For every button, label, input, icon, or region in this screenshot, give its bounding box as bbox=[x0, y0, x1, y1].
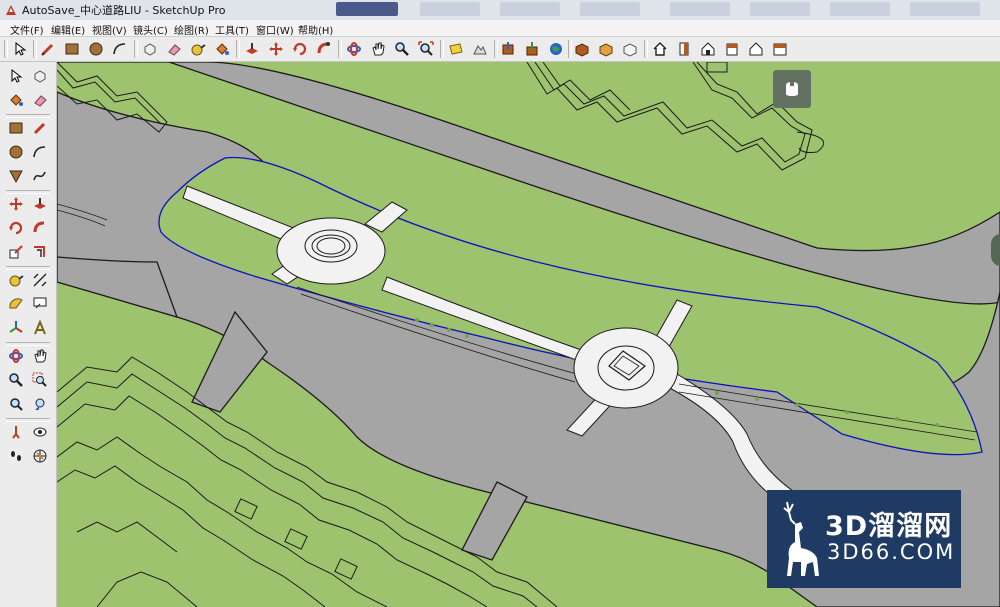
zoom-extents-icon[interactable] bbox=[6, 394, 26, 414]
select-icon[interactable] bbox=[6, 66, 26, 86]
taskbar-button[interactable] bbox=[670, 2, 730, 16]
title-bar: AutoSave_中心道路LIU - SketchUp Pro bbox=[0, 0, 1000, 21]
tape-measure-icon[interactable] bbox=[188, 39, 208, 59]
circle-icon[interactable] bbox=[86, 39, 106, 59]
record-badge[interactable] bbox=[773, 70, 811, 108]
menu-help[interactable]: 帮助(H) bbox=[298, 22, 333, 37]
previous-icon[interactable] bbox=[30, 394, 50, 414]
taskbar-button[interactable] bbox=[420, 2, 480, 16]
menu-file[interactable]: 文件(F) bbox=[10, 22, 44, 37]
circle-icon[interactable] bbox=[6, 142, 26, 162]
move-icon[interactable] bbox=[266, 39, 286, 59]
menu-window[interactable]: 窗口(W) bbox=[256, 22, 294, 37]
watermark-brand: 3D溜溜网 bbox=[825, 511, 953, 542]
offset-icon[interactable] bbox=[30, 242, 50, 262]
position-camera-icon[interactable] bbox=[6, 422, 26, 442]
menu-view[interactable]: 视图(V) bbox=[92, 22, 127, 37]
left-toolbar bbox=[0, 62, 57, 607]
roundabout-north[interactable] bbox=[276, 217, 386, 285]
dimension-icon[interactable] bbox=[30, 270, 50, 290]
line-icon[interactable] bbox=[30, 118, 50, 138]
eraser-icon[interactable] bbox=[164, 39, 184, 59]
menu-tools[interactable]: 工具(T) bbox=[215, 22, 249, 37]
walk-icon[interactable] bbox=[6, 446, 26, 466]
move-icon[interactable] bbox=[6, 194, 26, 214]
push-pull-icon[interactable] bbox=[242, 39, 262, 59]
zoom-extents-icon[interactable] bbox=[416, 39, 436, 59]
rectangle-icon[interactable] bbox=[6, 118, 26, 138]
axes-icon[interactable] bbox=[6, 318, 26, 338]
camera-icon bbox=[786, 82, 798, 96]
zoom-icon[interactable] bbox=[6, 370, 26, 390]
get-models-icon[interactable] bbox=[498, 39, 518, 59]
make-component-icon[interactable] bbox=[140, 39, 160, 59]
taskbar-strip bbox=[250, 0, 1000, 20]
style-icon[interactable] bbox=[596, 39, 616, 59]
iso-view-icon[interactable] bbox=[620, 39, 640, 59]
polygon-icon[interactable] bbox=[6, 166, 26, 186]
window-title: AutoSave_中心道路LIU - SketchUp Pro bbox=[22, 4, 226, 17]
add-location-icon[interactable] bbox=[446, 39, 466, 59]
text-icon[interactable] bbox=[30, 294, 50, 314]
toggle-terrain-icon[interactable] bbox=[470, 39, 490, 59]
follow-me-icon[interactable] bbox=[314, 39, 334, 59]
zoom-icon[interactable] bbox=[392, 39, 412, 59]
front-view-icon[interactable] bbox=[674, 39, 694, 59]
eraser-icon[interactable] bbox=[30, 90, 50, 110]
section-plane-icon[interactable] bbox=[30, 446, 50, 466]
menu-camera[interactable]: 镜头(C) bbox=[133, 22, 168, 37]
tape-measure-icon[interactable] bbox=[6, 270, 26, 290]
menu-draw[interactable]: 绘图(R) bbox=[174, 22, 209, 37]
extension-warehouse-icon[interactable] bbox=[572, 39, 592, 59]
select-icon[interactable] bbox=[10, 39, 30, 59]
orbit-icon[interactable] bbox=[344, 39, 364, 59]
watermark-domain: 3D66.COM bbox=[827, 540, 956, 564]
push-pull-icon[interactable] bbox=[30, 194, 50, 214]
left-view-icon[interactable] bbox=[746, 39, 766, 59]
rotate-icon[interactable] bbox=[290, 39, 310, 59]
zoom-window-icon[interactable] bbox=[30, 370, 50, 390]
taskbar-button[interactable] bbox=[910, 2, 980, 16]
bottom-view-icon[interactable] bbox=[770, 39, 790, 59]
paint-bucket-icon[interactable] bbox=[212, 39, 232, 59]
side-panel-handle[interactable] bbox=[991, 234, 1000, 266]
model-viewport[interactable]: 3D溜溜网 3D66.COM bbox=[57, 62, 1000, 607]
rotate-icon[interactable] bbox=[6, 218, 26, 238]
sketchup-app-icon bbox=[6, 5, 16, 15]
watermark-logo: 3D溜溜网 3D66.COM bbox=[767, 490, 961, 588]
share-model-icon[interactable] bbox=[522, 39, 542, 59]
look-around-icon[interactable] bbox=[30, 422, 50, 442]
arc-icon[interactable] bbox=[30, 142, 50, 162]
taskbar-button[interactable] bbox=[580, 2, 640, 16]
arc-icon[interactable] bbox=[110, 39, 130, 59]
roundabout-south[interactable] bbox=[573, 327, 679, 409]
main-toolbar bbox=[0, 37, 1000, 62]
taskbar-button[interactable] bbox=[750, 2, 810, 16]
menu-edit[interactable]: 编辑(E) bbox=[51, 22, 85, 37]
deer-logo-icon bbox=[783, 501, 819, 576]
right-view-icon[interactable] bbox=[698, 39, 718, 59]
3d-text-icon[interactable] bbox=[30, 318, 50, 338]
pan-icon[interactable] bbox=[30, 346, 50, 366]
taskbar-button[interactable] bbox=[500, 2, 560, 16]
pencil-icon[interactable] bbox=[38, 39, 58, 59]
follow-me-icon[interactable] bbox=[30, 218, 50, 238]
rectangle-icon[interactable] bbox=[62, 39, 82, 59]
taskbar-button[interactable] bbox=[336, 2, 398, 16]
taskbar-button[interactable] bbox=[830, 2, 890, 16]
menu-bar: 文件(F) 编辑(E) 视图(V) 镜头(C) 绘图(R) 工具(T) 窗口(W… bbox=[0, 20, 1000, 37]
protractor-icon[interactable] bbox=[6, 294, 26, 314]
top-view-icon[interactable] bbox=[650, 39, 670, 59]
scale-icon[interactable] bbox=[6, 242, 26, 262]
freehand-icon[interactable] bbox=[30, 166, 50, 186]
orbit-icon[interactable] bbox=[6, 346, 26, 366]
make-component-icon[interactable] bbox=[30, 66, 50, 86]
pan-icon[interactable] bbox=[368, 39, 388, 59]
paint-bucket-icon[interactable] bbox=[6, 90, 26, 110]
back-view-icon[interactable] bbox=[722, 39, 742, 59]
preview-google-earth-icon[interactable] bbox=[546, 39, 566, 59]
